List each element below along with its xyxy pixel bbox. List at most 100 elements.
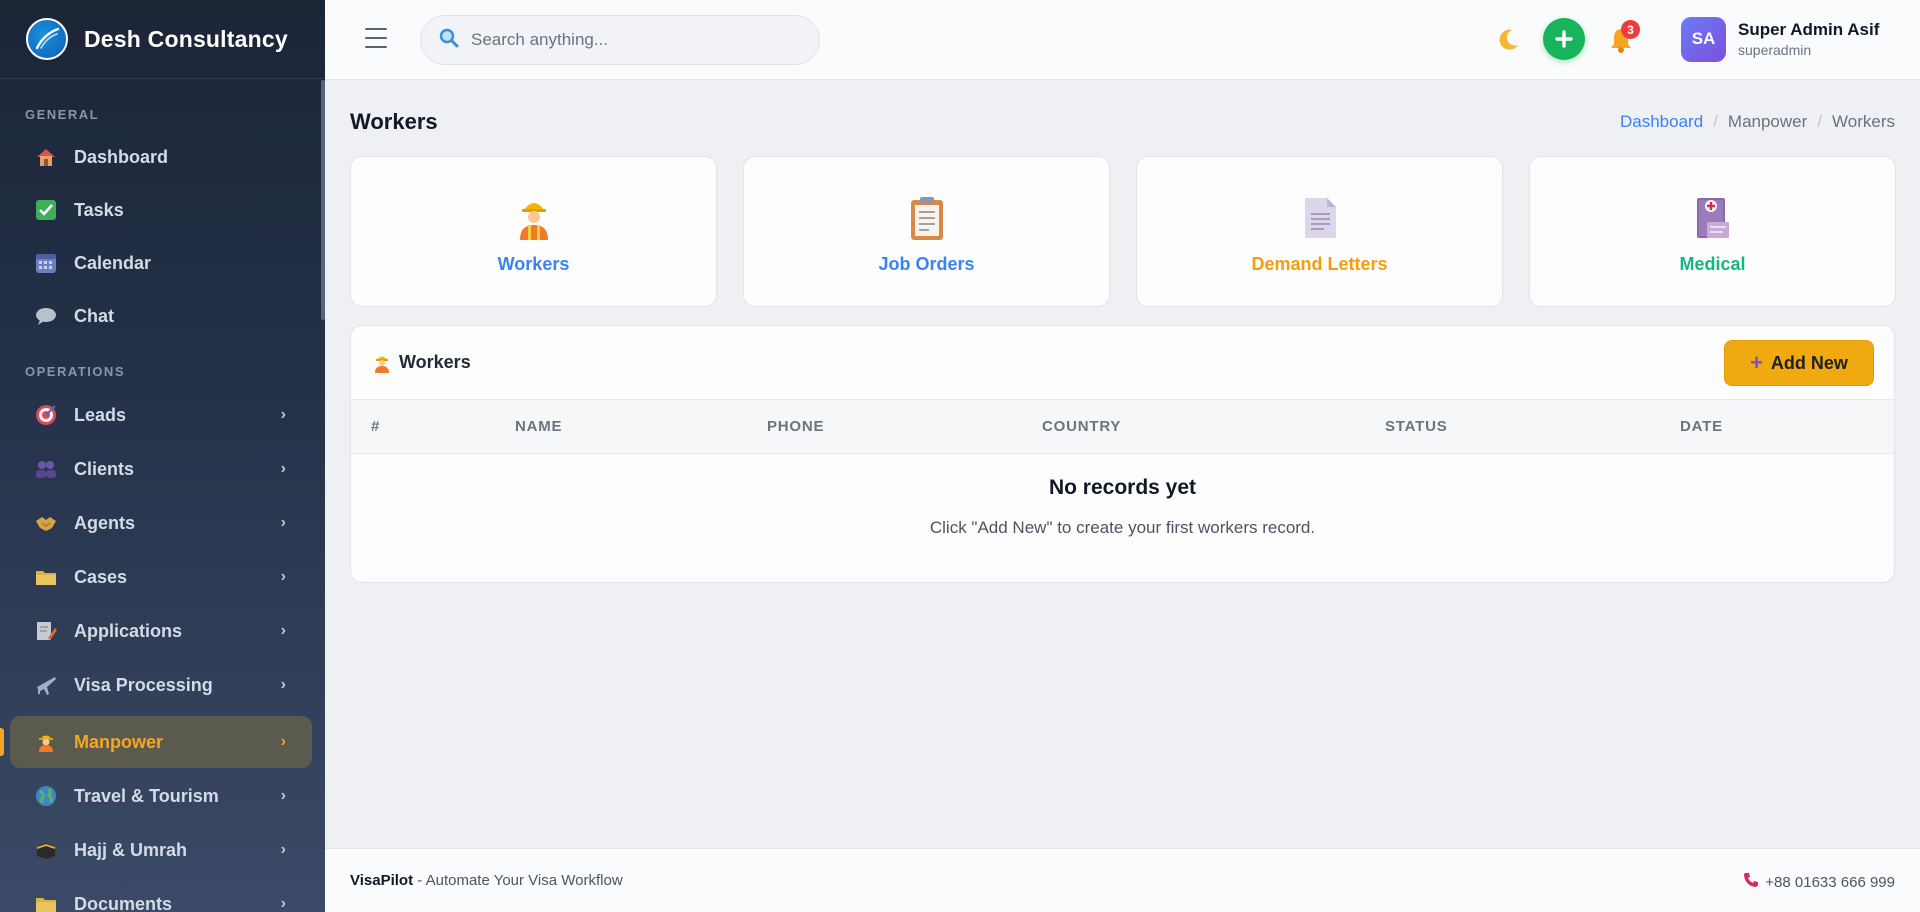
add-new-button[interactable]: + Add New [1724,340,1874,386]
dark-mode-toggle-icon[interactable] [1495,27,1521,60]
breadcrumb-item-manpower: Manpower [1727,112,1808,131]
panel-header: Workers + Add New [351,326,1894,400]
sidebar-item-label: Documents [74,893,173,912]
column-header-name[interactable]: NAME [515,418,562,435]
sidebar-item-label: Chat [74,305,114,326]
search-icon [439,28,459,53]
card-label: Demand Letters [1251,254,1388,274]
nav-section-general: GENERAL [25,107,100,122]
sidebar-item-documents[interactable]: Documents › [10,878,312,912]
card-demand-letters[interactable]: Demand Letters [1136,156,1503,307]
kaaba-icon [34,838,58,862]
avatar: SA [1681,16,1726,62]
sidebar-item-dashboard[interactable]: Dashboard [10,131,312,183]
folder-icon [34,565,58,589]
column-header-country[interactable]: COUNTRY [1042,418,1121,435]
sidebar-item-calendar[interactable]: Calendar [10,237,312,289]
card-medical[interactable]: Medical [1529,156,1896,307]
sidebar: Desh Consultancy GENERAL Dashboard Tasks… [0,0,325,912]
speech-bubble-icon [34,304,58,328]
breadcrumb: Dashboard / Manpower / Workers [1620,112,1895,132]
sidebar-item-leads[interactable]: Leads › [10,389,312,441]
nav-section-operations: OPERATIONS [25,364,125,379]
sidebar-item-tasks[interactable]: Tasks [10,184,312,236]
empty-state: No records yet Click "Add New" to create… [351,454,1894,538]
footer-brand[interactable]: VisaPilot [350,872,413,889]
brand[interactable]: Desh Consultancy [0,0,325,79]
sidebar-item-label: Visa Processing [74,674,213,695]
sidebar-item-label: Calendar [74,252,152,273]
footer-phone: +88 01633 666 999 [1765,873,1895,891]
card-job-orders[interactable]: Job Orders [743,156,1110,307]
clipboard-icon [907,196,947,240]
menu-toggle-icon[interactable] [365,28,387,48]
sidebar-item-label: Dashboard [74,146,169,167]
sidebar-item-manpower[interactable]: Manpower › [10,716,312,768]
card-label: Job Orders [878,254,975,274]
sidebar-item-agents[interactable]: Agents › [10,497,312,549]
medical-file-icon [1693,196,1733,240]
sidebar-item-label: Agents [74,512,136,533]
sidebar-item-hajj-umrah[interactable]: Hajj & Umrah › [10,824,312,876]
sidebar-item-visa-processing[interactable]: Visa Processing › [10,659,312,711]
construction-worker-icon [514,196,554,240]
card-workers[interactable]: Workers [350,156,717,307]
calendar-icon [34,251,58,275]
document-pen-icon [34,619,58,643]
chevron-right-icon: › [280,895,286,912]
brand-name: Desh Consultancy [84,25,288,52]
sidebar-item-travel-tourism[interactable]: Travel & Tourism › [10,770,312,822]
chevron-right-icon: › [280,406,286,423]
sidebar-item-label: Travel & Tourism [74,785,219,806]
column-header-status[interactable]: STATUS [1385,418,1448,435]
globe-icon [34,784,58,808]
plus-icon: + [1750,350,1763,375]
breadcrumb-separator: / [1713,112,1718,131]
user-role: superadmin [1738,42,1812,58]
footer-contact[interactable]: +88 01633 666 999 [1743,872,1895,892]
panel-title: Workers [373,352,471,373]
sidebar-item-chat[interactable]: Chat [10,290,312,342]
notification-count-badge: 3 [1621,20,1640,39]
sidebar-item-clients[interactable]: Clients › [10,443,312,495]
brand-logo-icon [26,18,68,60]
footer-tagline: - Automate Your Visa Workflow [417,872,623,889]
active-indicator [0,728,4,756]
airplane-icon [34,673,58,697]
panel-title-text: Workers [399,352,471,372]
sidebar-item-applications[interactable]: Applications › [10,605,312,657]
page-title: Workers [350,109,438,134]
footer-credit: VisaPilot - Automate Your Visa Workflow [350,872,623,889]
column-header-date[interactable]: DATE [1680,418,1723,435]
folder-icon [34,892,58,912]
sidebar-item-label: Applications [74,620,183,641]
breadcrumb-separator: / [1817,112,1823,131]
sidebar-item-cases[interactable]: Cases › [10,551,312,603]
sidebar-item-label: Hajj & Umrah [74,839,188,860]
footer: VisaPilot - Automate Your Visa Workflow … [325,848,1920,912]
table-header: # NAME PHONE COUNTRY STATUS DATE [351,400,1894,454]
column-header-number[interactable]: # [371,418,380,435]
chevron-right-icon: › [280,568,286,585]
breadcrumb-link-dashboard[interactable]: Dashboard [1620,112,1703,132]
breadcrumb-item-workers: Workers [1832,112,1895,131]
search-box[interactable] [420,15,820,65]
quick-add-button[interactable] [1543,18,1585,60]
sidebar-item-label: Manpower [74,731,164,752]
user-menu[interactable]: SA Super Admin Asif superadmin [1681,16,1879,62]
chevron-right-icon: › [280,841,286,858]
search-input[interactable] [471,30,791,50]
sidebar-item-label: Leads [74,404,127,425]
worker-icon [375,356,389,373]
chevron-right-icon: › [280,514,286,531]
people-icon [34,457,58,481]
handshake-icon [34,511,58,535]
target-icon [34,403,58,427]
workers-panel: Workers + Add New # NAME PHONE COUNTRY S… [350,325,1895,583]
chevron-right-icon: › [280,733,286,750]
column-header-phone[interactable]: PHONE [767,418,824,435]
chevron-right-icon: › [280,460,286,477]
sidebar-item-label: Clients [74,458,135,479]
notifications-button[interactable]: 3 [1607,20,1640,56]
user-meta: Super Admin Asif superadmin [1738,20,1879,58]
